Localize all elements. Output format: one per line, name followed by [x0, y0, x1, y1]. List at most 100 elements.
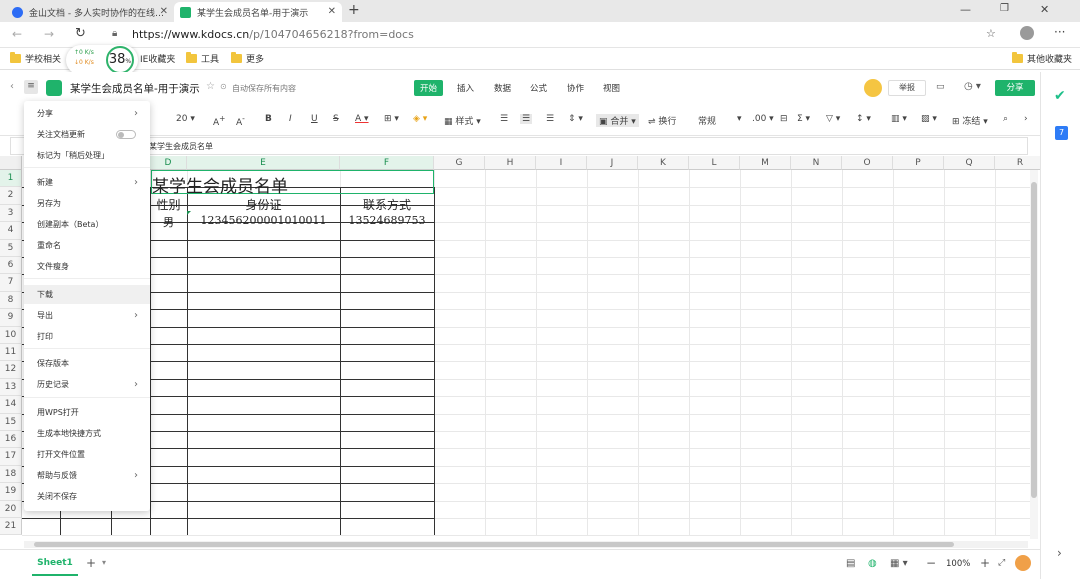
align-center-icon[interactable]: ☰ — [520, 114, 533, 124]
menu-item[interactable]: 打开文件位置 — [24, 445, 150, 464]
menu-item[interactable]: 新建 › — [24, 173, 150, 192]
row-header[interactable]: 19 — [0, 483, 22, 501]
favorite-star-icon[interactable]: ☆ — [986, 27, 996, 40]
browser-tab-kdocs-home[interactable]: 金山文档 - 多人实时协作的在线… ✕ — [6, 2, 174, 22]
menu-item[interactable]: 用WPS打开 — [24, 403, 150, 422]
row-header[interactable]: 12 — [0, 361, 22, 379]
wrap-text-button[interactable]: ⇌ 换行 — [648, 114, 676, 127]
style-button[interactable]: ▦ 样式 ▾ — [444, 114, 481, 127]
menu-item[interactable]: 生成本地快捷方式 — [24, 424, 150, 443]
tab-collaborate[interactable]: 协作 — [567, 82, 584, 94]
row-header[interactable]: 16 — [0, 431, 22, 449]
browser-tab-active[interactable]: 某学生会成员名单-用于演示 ✕ — [174, 2, 342, 22]
bookmark-folder[interactable]: 更多 — [231, 52, 264, 65]
header-contact-cell[interactable]: 联系方式 — [340, 196, 434, 213]
menu-item[interactable]: 重命名 — [24, 236, 150, 255]
font-size-select[interactable]: 20 ▾ — [176, 114, 195, 124]
close-tab-icon[interactable]: ✕ — [328, 6, 336, 17]
sheet-tab-sheet1[interactable]: Sheet1 — [32, 550, 78, 576]
back-chevron-icon[interactable]: ‹ — [10, 81, 14, 92]
page-layout-icon[interactable]: ▦ ▾ — [890, 558, 908, 569]
more-menu-icon[interactable]: ··· — [1054, 25, 1065, 39]
protect-view-icon[interactable]: ◍ — [868, 558, 877, 569]
minimize-window-icon[interactable]: — — [960, 3, 971, 16]
zoom-in-button[interactable]: + — [980, 556, 990, 570]
title-cell[interactable]: 某学生会成员名单 — [152, 172, 352, 197]
calendar-icon[interactable]: 7 — [1055, 126, 1068, 140]
row-header[interactable]: 5 — [0, 239, 22, 257]
menu-item[interactable]: 历史记录 › — [24, 375, 150, 394]
sum-icon[interactable]: Σ ▾ — [797, 114, 810, 124]
strikethrough-icon[interactable]: S — [333, 114, 339, 124]
other-bookmarks-folder[interactable]: 其他收藏夹 — [1012, 52, 1072, 65]
menu-item[interactable]: 导出 › — [24, 306, 150, 325]
column-header[interactable]: I — [536, 156, 587, 170]
panel-expand-icon[interactable]: › — [1057, 546, 1062, 560]
font-color-icon[interactable]: A ▾ — [355, 114, 369, 124]
fill-handle-icon[interactable]: ⊟ — [780, 114, 788, 124]
italic-icon[interactable]: I — [289, 114, 292, 124]
decimal-icon[interactable]: .00 ▾ — [752, 114, 774, 124]
vertical-scroll-thumb[interactable] — [1031, 182, 1037, 498]
row-header[interactable]: 8 — [0, 291, 22, 310]
document-title[interactable]: 某学生会成员名单-用于演示 — [70, 81, 200, 96]
row-header[interactable]: 6 — [0, 257, 22, 275]
restore-window-icon[interactable]: ❐ — [1000, 3, 1009, 14]
freeze-button[interactable]: ⊞ 冻结 ▾ — [952, 114, 988, 127]
number-format-select[interactable]: 常规 — [698, 114, 716, 127]
normal-view-icon[interactable]: ▤ — [846, 558, 855, 569]
spreadsheet-grid[interactable]: DEFGHIJKLMNOPQR 1 2 3 4 5 6 7 8 9 10 11 12 13 14 15 16 1… — [0, 156, 1047, 539]
share-button[interactable]: 分享 — [995, 80, 1035, 96]
filter-icon[interactable]: ▽ ▾ — [826, 114, 840, 124]
row-header[interactable]: 13 — [0, 378, 22, 397]
bookmark-folder[interactable]: 学校相关 — [10, 52, 61, 65]
add-sheet-button[interactable]: + — [86, 556, 96, 570]
bookmark-folder[interactable]: 工具 — [186, 52, 219, 65]
menu-item[interactable]: 分享 › — [24, 104, 150, 123]
ribbon-expand-icon[interactable]: › — [1024, 114, 1028, 124]
formula-bar[interactable]: 某学生会成员名单 — [10, 137, 1028, 155]
menu-item[interactable]: 保存版本 — [24, 354, 150, 373]
row-header[interactable]: 9 — [0, 309, 22, 327]
sheet-list-icon[interactable]: ▾ — [102, 558, 106, 567]
user-avatar[interactable] — [864, 79, 882, 97]
horizontal-scrollbar[interactable] — [24, 541, 1028, 548]
column-header[interactable]: D — [150, 156, 187, 170]
vertical-align-icon[interactable]: ⇕ ▾ — [568, 114, 583, 124]
column-header[interactable]: P — [893, 156, 944, 170]
back-icon[interactable]: ← — [12, 27, 22, 41]
column-header[interactable]: N — [791, 156, 842, 170]
menu-item[interactable]: 标记为「稍后处理」 — [24, 146, 150, 165]
tab-formula[interactable]: 公式 — [530, 82, 547, 94]
menu-item[interactable]: 文件瘦身 — [24, 257, 150, 276]
align-right-icon[interactable]: ☰ — [546, 114, 554, 124]
close-window-icon[interactable]: ✕ — [1040, 3, 1049, 16]
forward-icon[interactable]: → — [44, 27, 54, 41]
menu-item[interactable]: 下载 — [24, 285, 150, 304]
hamburger-menu-icon[interactable]: ≡ — [24, 80, 38, 94]
row-header[interactable]: 18 — [0, 465, 22, 484]
number-format-dropdown-icon[interactable]: ▾ — [737, 114, 742, 124]
menu-item[interactable]: 创建副本（Beta） — [24, 215, 150, 234]
column-header[interactable]: E — [187, 156, 340, 170]
menu-item[interactable]: 另存为 — [24, 194, 150, 213]
history-clock-icon[interactable]: ◷ ▾ — [964, 81, 981, 92]
row-header[interactable]: 10 — [0, 326, 22, 344]
row-header[interactable]: 15 — [0, 413, 22, 431]
column-header[interactable]: J — [587, 156, 638, 170]
sort-icon[interactable]: ↕ ▾ — [856, 114, 871, 124]
column-header[interactable]: F — [340, 156, 434, 170]
tab-data[interactable]: 数据 — [494, 82, 511, 94]
row-header[interactable]: 20 — [0, 500, 22, 518]
column-header[interactable]: R — [995, 156, 1046, 170]
bookmark-folder[interactable]: IE收藏夹 — [140, 52, 175, 65]
row-header[interactable]: 17 — [0, 448, 22, 466]
increase-font-icon[interactable]: A+ — [213, 114, 225, 128]
menu-item[interactable]: 关闭不保存 — [24, 487, 150, 506]
column-header[interactable]: L — [689, 156, 740, 170]
column-header[interactable]: G — [434, 156, 485, 170]
chart-icon[interactable]: ▥ ▾ — [891, 114, 907, 124]
search-icon[interactable]: ⌕ — [1003, 114, 1008, 124]
column-header[interactable]: H — [485, 156, 536, 170]
menu-item[interactable]: 打印 — [24, 327, 150, 346]
